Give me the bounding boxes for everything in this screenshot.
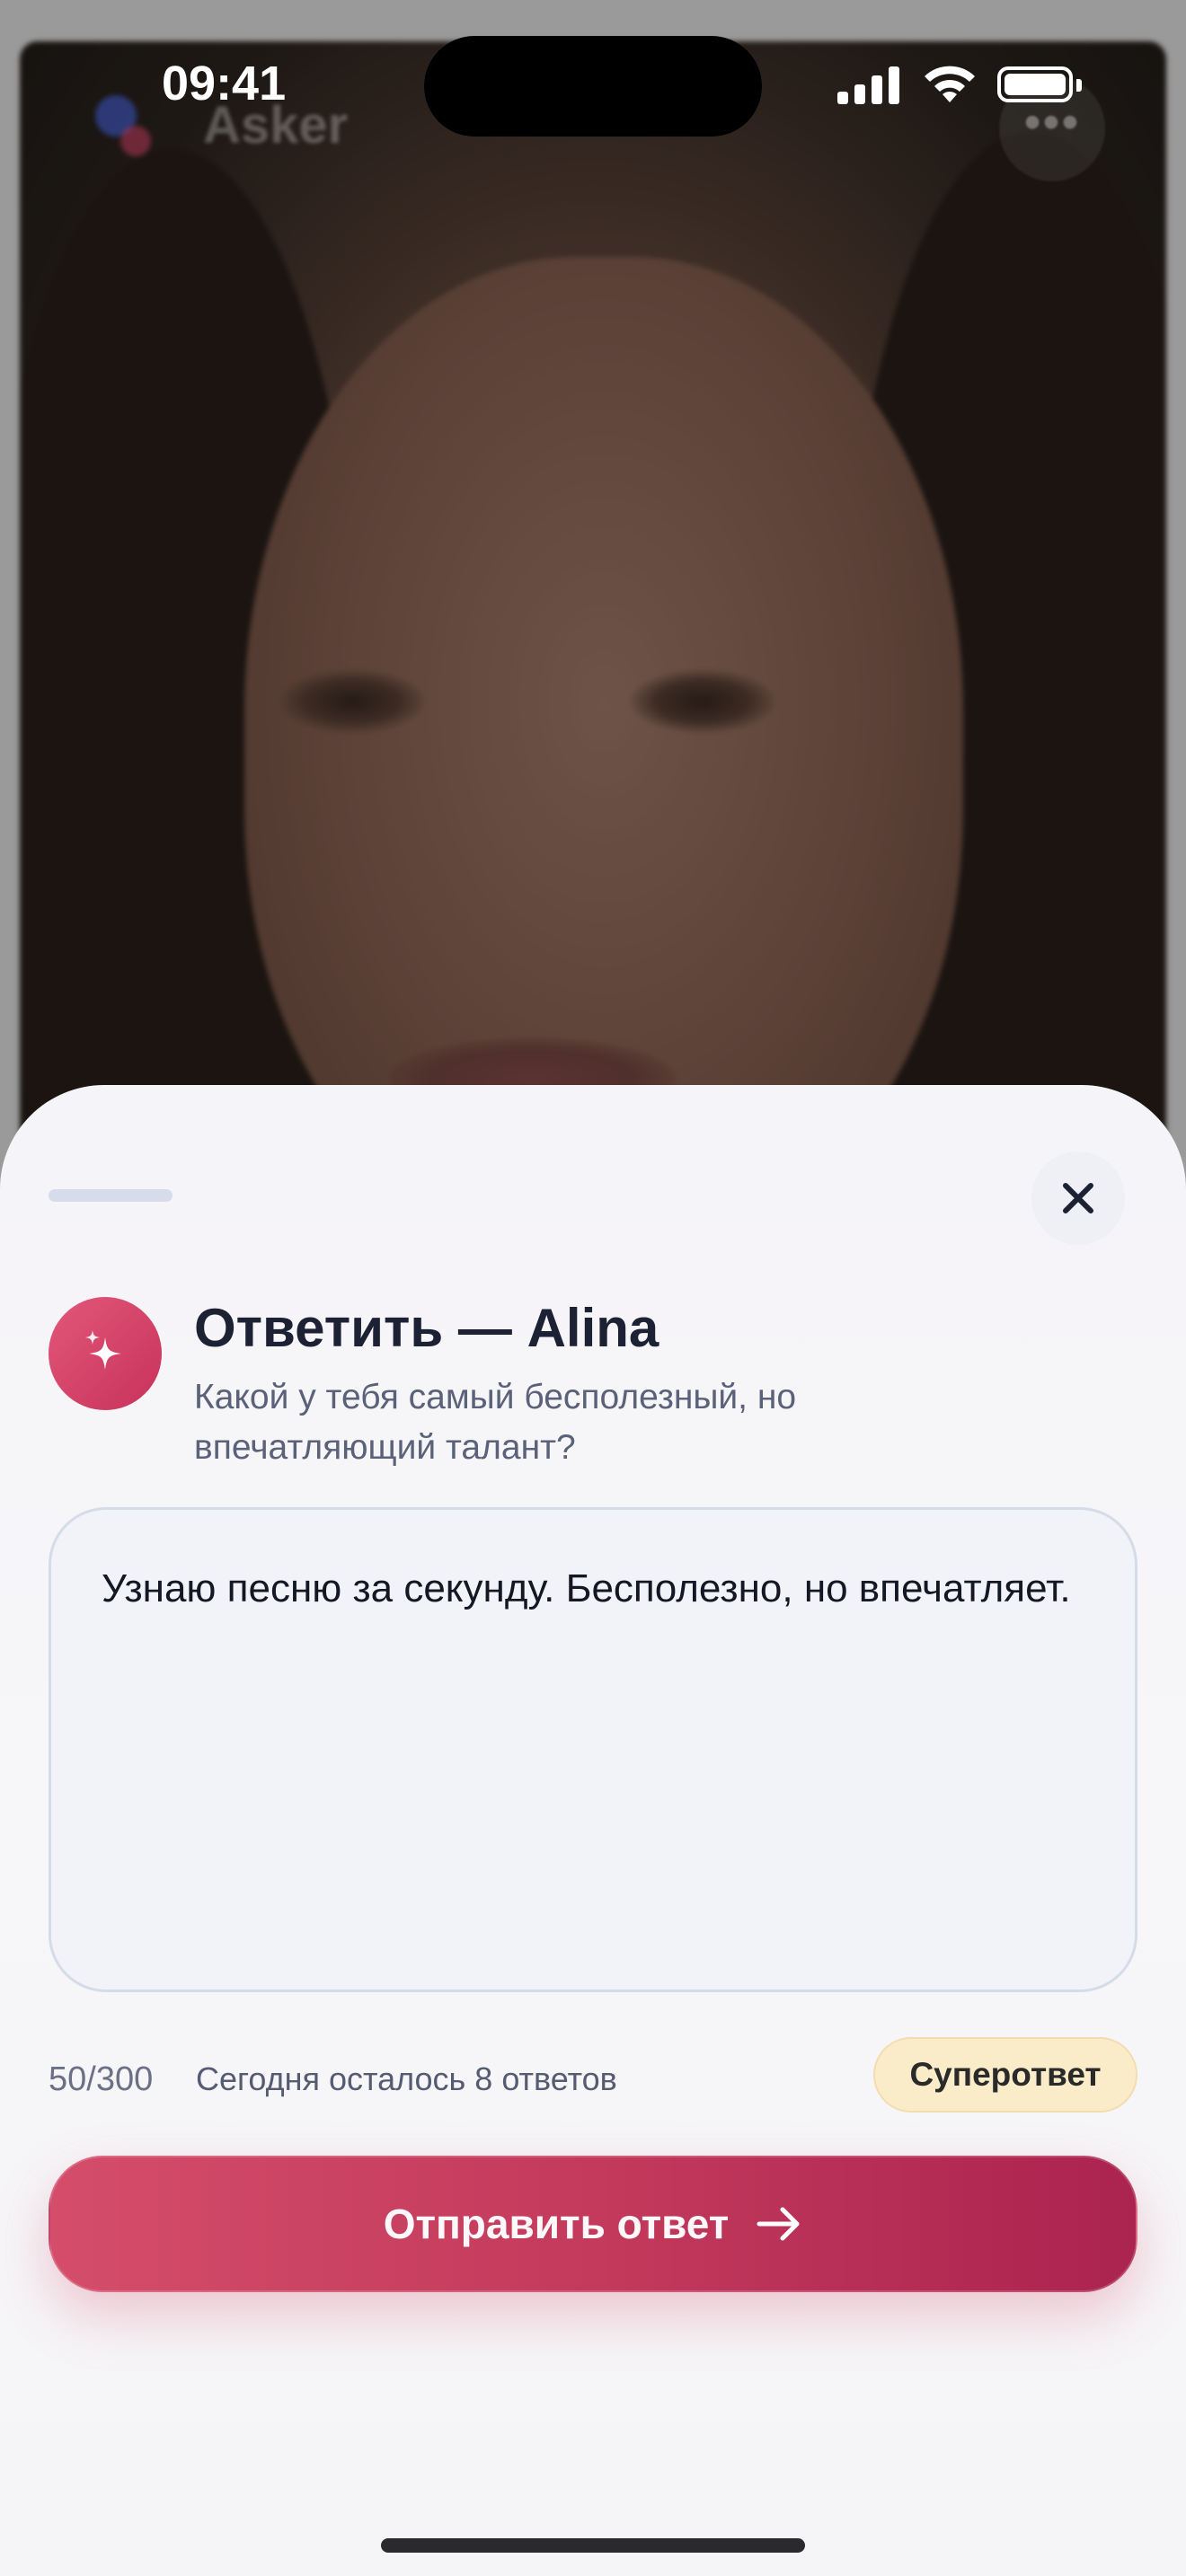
question-text: Какой у тебя самый бесполезный, но впеча…	[194, 1378, 797, 1467]
home-indicator[interactable]	[381, 2538, 805, 2553]
app-logo	[90, 90, 171, 171]
status-time: 09:41	[162, 57, 287, 110]
close-button[interactable]	[1031, 1151, 1125, 1245]
sparkles-badge	[49, 1297, 162, 1410]
cellular-signal-icon	[837, 65, 900, 104]
sparkles-icon	[85, 1330, 121, 1370]
send-answer-label: Отправить ответ	[383, 2201, 730, 2247]
battery-icon	[997, 66, 1082, 102]
close-icon	[1063, 1183, 1093, 1213]
sheet-grabber[interactable]	[49, 1189, 173, 1202]
send-answer-button[interactable]: Отправить ответ	[49, 2156, 1137, 2292]
screen: Asker ••• 09:41 Ответить — Alina Какой у…	[0, 0, 1186, 2576]
dynamic-island	[424, 36, 762, 137]
sheet-title: Ответить — Alina	[194, 1298, 659, 1358]
remaining-answers: Сегодня осталось 8 ответов	[196, 2060, 617, 2097]
super-answer-button[interactable]: Суперответ	[873, 2037, 1137, 2113]
wifi-icon	[925, 66, 975, 102]
reply-sheet: Ответить — Alina Какой у тебя самый бесп…	[0, 1085, 1186, 2576]
char-counter: 50/300	[49, 2060, 154, 2098]
arrow-right-icon	[757, 2207, 800, 2241]
answer-textarea[interactable]: Узнаю песню за секунду. Бесполезно, но в…	[49, 1507, 1137, 1992]
